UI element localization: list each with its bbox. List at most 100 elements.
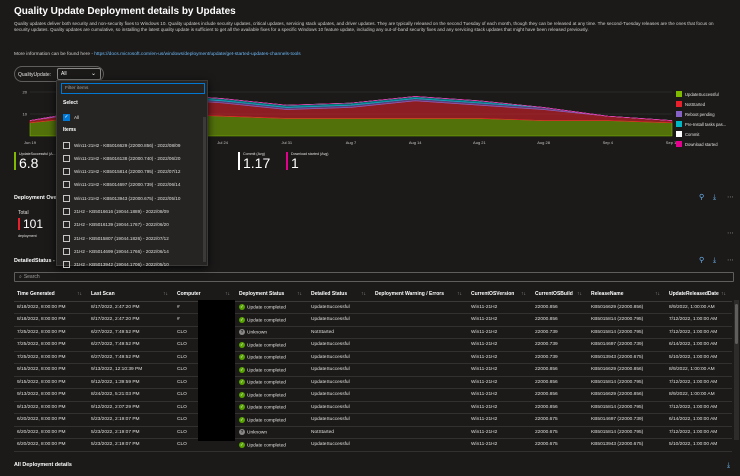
checkbox-icon[interactable]	[63, 221, 70, 229]
column-header[interactable]: Deployment Status ↑↓	[236, 287, 308, 302]
column-header-label: UpdateReleasedDate	[669, 290, 719, 297]
more-options-icon-3[interactable]: ⋯	[727, 256, 734, 264]
option-item-label: Win11-21H2 - KB5016138 (22000.740) - 202…	[74, 155, 181, 161]
more-options-icon[interactable]: ⋯	[727, 193, 734, 201]
table-cell: UpdateSuccessful	[308, 401, 372, 414]
table-row[interactable]: 9/13/2022, 8:00:00 PM 9/12/2022, 2:07:29 …	[14, 401, 732, 414]
option-item[interactable]: Win11-21H2 - KB5016138 (22000.740) - 202…	[63, 152, 203, 164]
total-sub-label: deployment	[18, 234, 37, 238]
table-row[interactable]: 6/20/2022, 8:00:00 PM 5/23/2022, 2:19:07 …	[14, 413, 732, 427]
legend-item[interactable]: Reboot pending	[676, 109, 738, 119]
column-header[interactable]: CurrentOSVersion ↑↓	[468, 287, 532, 302]
column-header[interactable]: Detailed Status ↑↓	[308, 287, 372, 302]
checkbox-icon[interactable]	[63, 247, 70, 255]
legend-item[interactable]: UpdateSuccessful	[676, 89, 738, 99]
column-header[interactable]: Time Generated ↑↓	[14, 287, 88, 302]
summary-tile: Commit (Avg) 1.17	[238, 152, 270, 170]
table-row[interactable]: 6/20/2022, 8:00:00 PM 5/23/2022, 2:19:07 …	[14, 426, 732, 439]
checkbox-icon[interactable]	[63, 261, 70, 269]
summary-tile: UpdateSuccessful (A... 6.8	[14, 152, 56, 170]
table-row[interactable]: 7/25/2022, 8:00:00 PM 6/27/2022, 7:49:52 …	[14, 326, 732, 339]
sort-icon[interactable]: ↑↓	[577, 291, 582, 297]
sort-icon[interactable]: ↑↓	[521, 291, 526, 297]
filter-items-input[interactable]: Filter items	[61, 83, 205, 94]
legend-item[interactable]: Commit	[676, 129, 738, 139]
x-tick-label: Aug 7	[346, 140, 357, 145]
download-icon-2[interactable]: ⤓	[713, 256, 716, 265]
column-header[interactable]: CurrentOSBuild ↑↓	[532, 287, 588, 302]
checkbox-icon[interactable]	[63, 181, 70, 189]
sort-icon[interactable]: ↑↓	[361, 291, 366, 297]
sort-icon[interactable]: ↑↓	[655, 291, 660, 297]
sort-icon[interactable]: ↑↓	[77, 291, 82, 297]
pin-icon[interactable]: ⚲	[699, 193, 704, 201]
table-cell: KB5015814 (22000.795)	[588, 313, 666, 327]
sort-icon[interactable]: ↑↓	[457, 291, 462, 297]
column-header[interactable]: Deployment Warning / Errors ↑↓	[372, 287, 468, 302]
option-item[interactable]: 21H2 - KB5013942 (19044.1706) - 2022/05/…	[63, 259, 203, 271]
quality-update-dropdown[interactable]: All ⌄	[57, 68, 101, 80]
search-input[interactable]: ⌕ Search	[14, 272, 734, 282]
checkbox-icon[interactable]	[63, 141, 70, 149]
checkbox-icon[interactable]	[63, 168, 70, 176]
checkbox-icon[interactable]	[63, 234, 70, 242]
more-options-icon-2[interactable]: ⋯	[727, 229, 734, 237]
table-cell: KB5015814 (22000.795)	[588, 376, 666, 389]
download-icon-3[interactable]: ⤓	[727, 461, 730, 470]
option-item[interactable]: Win11-21H2 - KB5015814 (22000.795) - 202…	[63, 166, 203, 178]
table-cell	[372, 301, 468, 314]
sort-icon[interactable]: ↑↓	[225, 291, 230, 297]
table-cell: 5/10/2022, 1:00:00 AM	[666, 438, 732, 452]
option-item[interactable]: 21H2 - KB5016139 (19044.1767) - 2022/06/…	[63, 219, 203, 231]
table-row[interactable]: 9/13/2022, 8:00:00 PM 8/24/2022, 5:21:03 …	[14, 388, 732, 402]
sort-icon[interactable]: ↑↓	[163, 291, 168, 297]
legend-item[interactable]: NotStarted	[676, 99, 738, 109]
table-cell: NotStarted	[308, 326, 372, 339]
table-scrollbar[interactable]	[734, 300, 739, 440]
table-cell: Win11-21H2	[468, 401, 532, 414]
option-item[interactable]: Win11-21H2 - KB5014697 (22000.739) - 202…	[63, 179, 203, 191]
column-header[interactable]: ReleaseName ↑↓	[588, 287, 666, 302]
scrollbar-thumb[interactable]	[735, 304, 738, 344]
legend-item[interactable]: Pre-Install tasks pas...	[676, 119, 738, 129]
table-row[interactable]: 7/25/2022, 8:00:00 PM 6/27/2022, 7:49:52 …	[14, 338, 732, 352]
checkbox-icon[interactable]	[63, 208, 70, 215]
download-icon[interactable]: ⤓	[713, 193, 716, 202]
option-item[interactable]: Win11-21H2 - KB5016629 (22000.856) - 202…	[63, 139, 203, 151]
table-row[interactable]: 9/15/2022, 8:00:00 PM 9/12/2022, 1:39:59 …	[14, 376, 732, 389]
table-cell: 6/27/2022, 7:49:52 PM	[88, 326, 174, 339]
column-header[interactable]: UpdateReleasedDate ↑↓	[666, 287, 732, 302]
popup-scrollbar[interactable]	[203, 117, 206, 262]
table-cell: KB5014697 (22000.739)	[588, 338, 666, 352]
table-cell: 8/24/2022, 5:21:03 PM	[88, 388, 174, 402]
option-item[interactable]: 21H2 - KB5014699 (19044.1766) - 2022/06/…	[63, 245, 203, 257]
table-row[interactable]: 7/25/2022, 8:00:00 PM 6/27/2022, 7:49:52 …	[14, 351, 732, 364]
table-cell: UpdateSuccessful	[308, 438, 372, 452]
option-all[interactable]: ✓ All	[63, 111, 203, 123]
sort-icon[interactable]: ↑↓	[297, 291, 302, 297]
table-row[interactable]: 9/15/2022, 8:00:00 PM 9/13/2022, 12:10:39…	[14, 363, 732, 377]
table-row[interactable]: 8/18/2022, 8:00:00 PM 8/17/2022, 2:47:20 …	[14, 313, 732, 327]
table-row[interactable]: 8/18/2022, 8:00:00 PM 8/17/2022, 2:47:20 …	[14, 301, 732, 314]
table-cell: 8/9/2022, 1:00:00 AM	[666, 388, 732, 402]
option-item[interactable]: 21H2 - KB5016616 (19044.1889) - 2022/08/…	[63, 206, 203, 218]
column-header[interactable]: Last Scan ↑↓	[88, 287, 174, 302]
quality-update-popup: Filter items Select ✓ All Items Win11-21H…	[56, 80, 208, 269]
pin-icon-2[interactable]: ⚲	[699, 256, 704, 264]
table-cell: Win11-21H2	[468, 351, 532, 364]
option-item[interactable]: 21H2 - KB5015807 (19044.1826) - 2022/07/…	[63, 232, 203, 244]
table-cell: 5/23/2022, 2:19:07 PM	[88, 413, 174, 427]
table-cell: Win11-21H2	[468, 326, 532, 339]
legend-item[interactable]: Download started	[676, 139, 738, 149]
docs-link[interactable]: https://docs.microsoft.com/en-us/windows…	[94, 52, 300, 57]
checkbox-icon[interactable]	[63, 194, 70, 202]
sort-icon[interactable]: ↑↓	[721, 291, 726, 297]
checkbox-checked-icon[interactable]: ✓	[63, 113, 70, 121]
checkbox-icon[interactable]	[63, 154, 70, 162]
table-cell: 6/20/2022, 8:00:00 PM	[14, 426, 88, 439]
table-row[interactable]: 6/20/2022, 8:00:00 PM 5/23/2022, 2:19:07 …	[14, 438, 732, 452]
table-cell: 9/15/2022, 8:00:00 PM	[14, 376, 88, 389]
table-cell	[372, 313, 468, 327]
column-header[interactable]: Computer ↑↓	[174, 287, 236, 302]
option-item[interactable]: Win11-21H2 - KB5013943 (22000.675) - 202…	[63, 192, 203, 204]
